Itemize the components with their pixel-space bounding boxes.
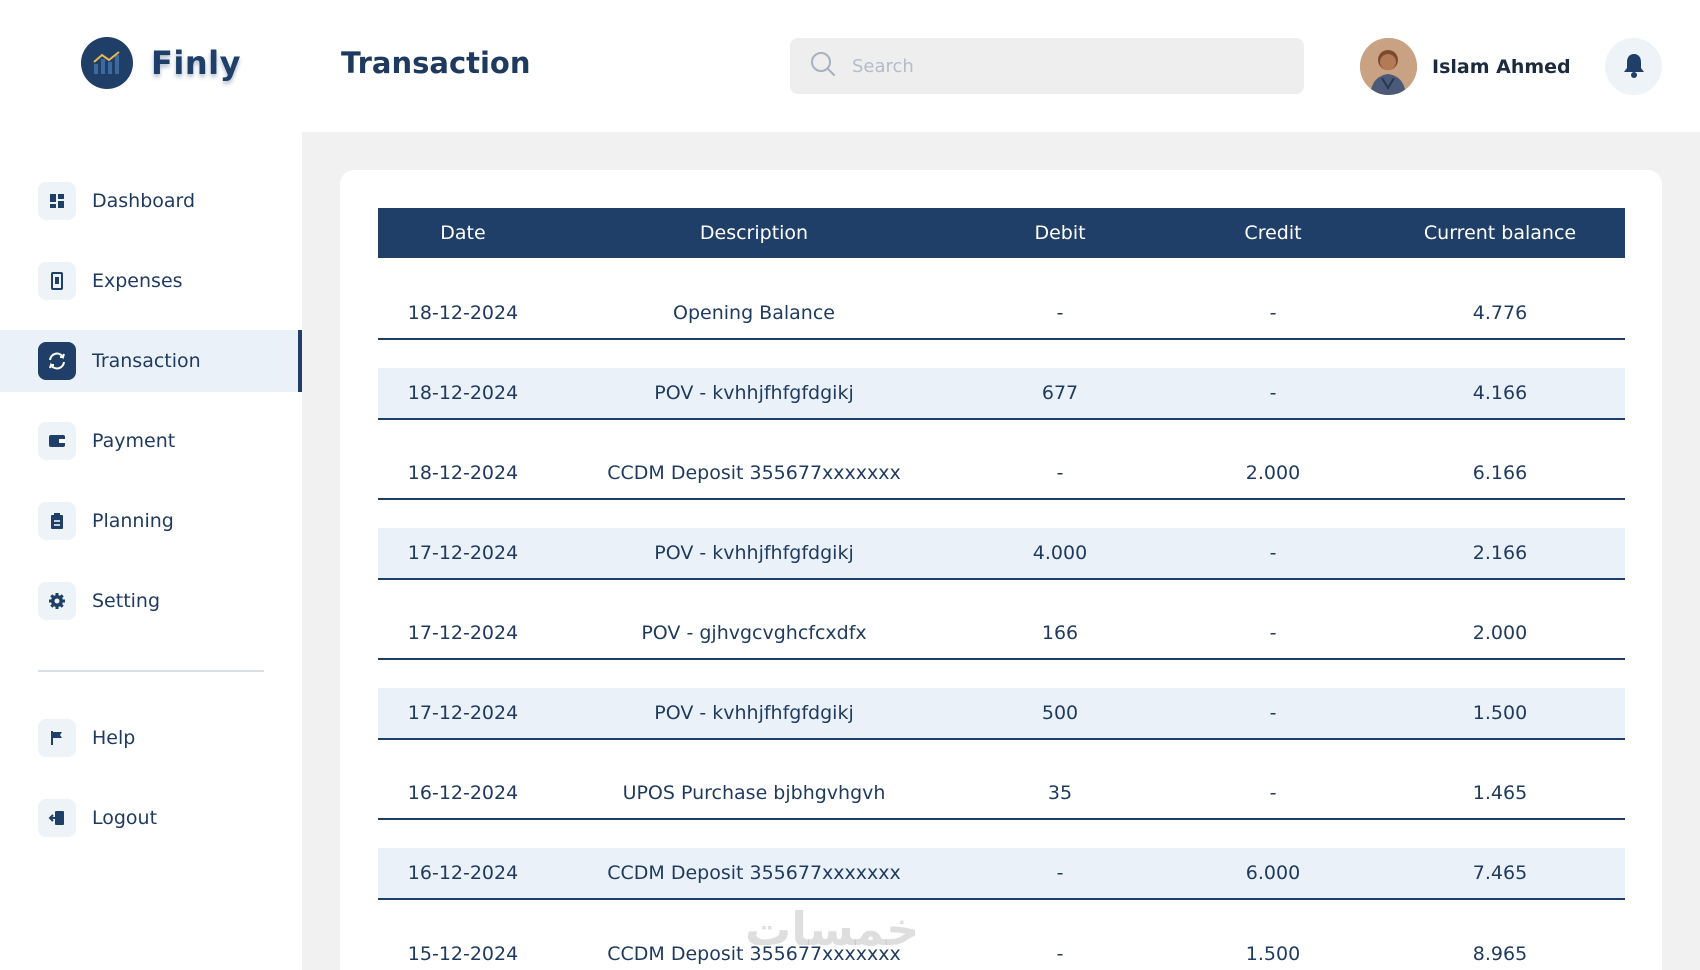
table-row[interactable]: 17-12-2024 POV - gjhvgcvghcfcxdfx 166 - …	[378, 608, 1625, 660]
sidebar-item-logout[interactable]: Logout	[0, 787, 302, 849]
column-header-balance[interactable]: Current balance	[1386, 222, 1614, 244]
cell-description: CCDM Deposit 355677xxxxxxx	[607, 862, 901, 884]
table-row[interactable]: 18-12-2024 Opening Balance - - 4.776	[378, 288, 1625, 340]
avatar[interactable]	[1360, 38, 1417, 95]
cell-balance: 2.166	[1472, 542, 1528, 564]
cell-date: 18-12-2024	[407, 302, 519, 324]
sidebar-item-planning[interactable]: Planning	[0, 490, 302, 552]
table-row[interactable]: 17-12-2024 POV - kvhhjfhfgfdgikj 4.000 -…	[378, 528, 1625, 580]
sidebar-item-label: Payment	[92, 430, 176, 452]
column-header-description[interactable]: Description	[548, 222, 960, 244]
cell-date: 15-12-2024	[407, 943, 519, 965]
cell-date: 18-12-2024	[407, 462, 519, 484]
page-title: Transaction	[341, 46, 531, 80]
sidebar-item-setting[interactable]: Setting	[0, 570, 302, 632]
cell-balance: 6.166	[1472, 462, 1528, 484]
sidebar: Dashboard Expenses Transaction Payment P…	[0, 132, 302, 970]
user-name: Islam Ahmed	[1432, 55, 1571, 78]
table-row[interactable]: 15-12-2024 CCDM Deposit 355677xxxxxxx - …	[378, 928, 1625, 970]
cell-balance: 1.500	[1472, 702, 1528, 724]
sidebar-item-transaction[interactable]: Transaction	[0, 330, 302, 392]
brand-logo[interactable]: Finly	[81, 37, 241, 89]
cell-description: POV - gjhvgcvghcfcxdfx	[641, 622, 867, 644]
cell-credit: 6.000	[1245, 862, 1301, 884]
cell-credit: 1.500	[1245, 943, 1301, 965]
cell-balance: 4.166	[1472, 382, 1528, 404]
sidebar-item-label: Planning	[92, 510, 174, 532]
cell-date: 16-12-2024	[407, 782, 519, 804]
flag-icon	[38, 719, 76, 757]
table-row[interactable]: 18-12-2024 POV - kvhhjfhfgfdgikj 677 - 4…	[378, 368, 1625, 420]
sidebar-item-label: Transaction	[92, 350, 201, 372]
cell-debit: 677	[1041, 382, 1079, 404]
table-row[interactable]: 16-12-2024 UPOS Purchase bjbhgvhgvh 35 -…	[378, 768, 1625, 820]
gear-icon	[38, 582, 76, 620]
cell-balance: 1.465	[1472, 782, 1528, 804]
cell-date: 18-12-2024	[407, 382, 519, 404]
cell-balance: 4.776	[1472, 302, 1528, 324]
cell-description: POV - kvhhjfhfgfdgikj	[654, 702, 854, 724]
sidebar-item-label: Help	[92, 727, 136, 749]
cell-debit: 166	[1041, 622, 1079, 644]
table-row[interactable]: 17-12-2024 POV - kvhhjfhfgfdgikj 500 - 1…	[378, 688, 1625, 740]
cell-description: Opening Balance	[673, 302, 835, 324]
cell-description: UPOS Purchase bjbhgvhgvh	[622, 782, 886, 804]
sidebar-item-label: Expenses	[92, 270, 183, 292]
table-row[interactable]: 18-12-2024 CCDM Deposit 355677xxxxxxx - …	[378, 448, 1625, 500]
user-profile[interactable]: Islam Ahmed	[1360, 38, 1571, 95]
brand-name: Finly	[151, 44, 241, 82]
sidebar-item-label: Dashboard	[92, 190, 196, 212]
cell-debit: 500	[1041, 702, 1079, 724]
cell-date: 17-12-2024	[407, 622, 519, 644]
column-header-date[interactable]: Date	[378, 222, 548, 244]
cell-credit: -	[1269, 302, 1277, 324]
sidebar-item-help[interactable]: Help	[0, 707, 302, 769]
logout-icon	[38, 799, 76, 837]
sidebar-divider	[38, 670, 264, 672]
clipboard-icon	[38, 502, 76, 540]
search-input[interactable]	[852, 55, 1272, 77]
cell-debit: 35	[1047, 782, 1073, 804]
table-row[interactable]: 16-12-2024 CCDM Deposit 355677xxxxxxx - …	[378, 848, 1625, 900]
sidebar-item-label: Logout	[92, 807, 158, 829]
search-bar[interactable]	[790, 38, 1304, 94]
cell-debit: -	[1056, 462, 1064, 484]
cell-date: 17-12-2024	[407, 542, 519, 564]
bell-icon	[1622, 52, 1646, 82]
chart-logo-icon	[81, 37, 133, 89]
wallet-icon	[38, 422, 76, 460]
notifications-button[interactable]	[1605, 38, 1662, 95]
cell-debit: 4.000	[1032, 542, 1088, 564]
watermark: خمسات	[745, 902, 920, 956]
cell-date: 17-12-2024	[407, 702, 519, 724]
sidebar-item-payment[interactable]: Payment	[0, 410, 302, 472]
dashboard-icon	[38, 182, 76, 220]
table-header: Date Description Debit Credit Current ba…	[378, 208, 1625, 258]
cell-balance: 2.000	[1472, 622, 1528, 644]
search-icon	[810, 51, 836, 81]
cell-balance: 8.965	[1472, 943, 1528, 965]
column-header-credit[interactable]: Credit	[1160, 222, 1386, 244]
receipt-icon	[38, 262, 76, 300]
cell-credit: 2.000	[1245, 462, 1301, 484]
sidebar-item-expenses[interactable]: Expenses	[0, 250, 302, 312]
cell-balance: 7.465	[1472, 862, 1528, 884]
cell-description: POV - kvhhjfhfgfdgikj	[654, 382, 854, 404]
cell-description: CCDM Deposit 355677xxxxxxx	[607, 462, 901, 484]
cell-debit: -	[1056, 302, 1064, 324]
cell-description: POV - kvhhjfhfgfdgikj	[654, 542, 854, 564]
sidebar-item-label: Setting	[92, 590, 161, 612]
sidebar-item-dashboard[interactable]: Dashboard	[0, 170, 302, 232]
cell-debit: -	[1056, 862, 1064, 884]
cell-credit: -	[1269, 542, 1277, 564]
cell-credit: -	[1269, 622, 1277, 644]
column-header-debit[interactable]: Debit	[960, 222, 1160, 244]
cell-date: 16-12-2024	[407, 862, 519, 884]
cell-debit: -	[1056, 943, 1064, 965]
cell-credit: -	[1269, 382, 1277, 404]
cell-credit: -	[1269, 782, 1277, 804]
exchange-icon	[38, 342, 76, 380]
cell-credit: -	[1269, 702, 1277, 724]
